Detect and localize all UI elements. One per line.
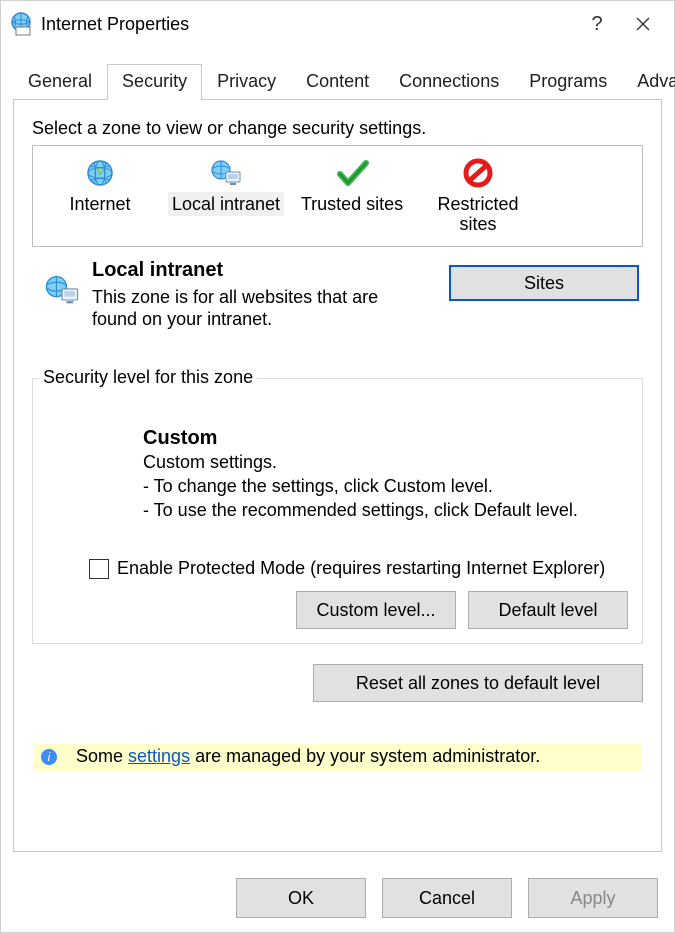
zone-description-row: Local intranet This zone is for all webs… (32, 259, 643, 330)
zone-label: Restricted sites (419, 192, 537, 236)
internet-properties-dialog: Internet Properties ? General Security P… (0, 0, 675, 933)
zone-label: Internet (65, 192, 134, 216)
admin-managed-infobar: i Some settings are managed by your syst… (34, 744, 641, 771)
window-title: Internet Properties (41, 14, 574, 35)
ok-button[interactable]: OK (236, 878, 366, 918)
enable-protected-mode-checkbox[interactable]: Enable Protected Mode (requires restarti… (89, 558, 628, 579)
dialog-buttons: OK Cancel Apply (1, 864, 674, 932)
zone-label: Trusted sites (297, 192, 407, 216)
cancel-button[interactable]: Cancel (382, 878, 512, 918)
tab-connections[interactable]: Connections (384, 64, 514, 100)
close-button[interactable] (620, 1, 666, 47)
group-legend: Security level for this zone (39, 367, 257, 388)
zone-local-intranet[interactable]: Local intranet (167, 154, 285, 236)
custom-line1: Custom settings. (143, 450, 628, 474)
zone-detail-icon (32, 259, 92, 330)
check-icon (293, 158, 411, 188)
globe-icon (41, 158, 159, 188)
tab-strip: General Security Privacy Content Connect… (1, 63, 674, 99)
app-icon (9, 12, 33, 36)
block-icon (419, 158, 537, 188)
zone-restricted-sites[interactable]: Restricted sites (419, 154, 537, 236)
settings-link[interactable]: settings (128, 746, 190, 766)
zone-detail-desc: This zone is for all websites that are f… (92, 286, 402, 330)
checkbox-icon (89, 559, 109, 579)
zone-instruction: Select a zone to view or change security… (32, 118, 643, 139)
info-icon: i (40, 748, 58, 766)
custom-line3: - To use the recommended settings, click… (143, 498, 628, 522)
tab-security[interactable]: Security (107, 64, 202, 100)
intranet-icon (167, 158, 285, 188)
apply-button[interactable]: Apply (528, 878, 658, 918)
tab-content[interactable]: Content (291, 64, 384, 100)
zone-label: Local intranet (168, 192, 284, 216)
help-button[interactable]: ? (574, 1, 620, 47)
custom-settings-block: Custom Custom settings. - To change the … (143, 427, 628, 522)
zone-list: Internet Local intranet Trusted sites Re… (32, 145, 643, 247)
checkbox-label: Enable Protected Mode (requires restarti… (117, 558, 605, 579)
default-level-button[interactable]: Default level (468, 591, 628, 629)
zone-trusted-sites[interactable]: Trusted sites (293, 154, 411, 236)
zone-internet[interactable]: Internet (41, 154, 159, 236)
security-tab-panel: Select a zone to view or change security… (13, 99, 662, 852)
security-level-group: Security level for this zone Custom Cust… (32, 378, 643, 644)
titlebar: Internet Properties ? (1, 1, 674, 47)
tab-advanced[interactable]: Advanced (622, 64, 675, 100)
tab-privacy[interactable]: Privacy (202, 64, 291, 100)
sites-button[interactable]: Sites (449, 265, 639, 301)
tab-general[interactable]: General (13, 64, 107, 100)
infobar-prefix: Some (76, 746, 128, 766)
custom-title: Custom (143, 427, 628, 450)
zone-detail-title: Local intranet (92, 259, 449, 282)
custom-line2: - To change the settings, click Custom l… (143, 474, 628, 498)
infobar-suffix: are managed by your system administrator… (190, 746, 540, 766)
reset-all-zones-button[interactable]: Reset all zones to default level (313, 664, 643, 702)
custom-level-button[interactable]: Custom level... (296, 591, 456, 629)
tab-programs[interactable]: Programs (514, 64, 622, 100)
svg-text:i: i (48, 750, 51, 764)
